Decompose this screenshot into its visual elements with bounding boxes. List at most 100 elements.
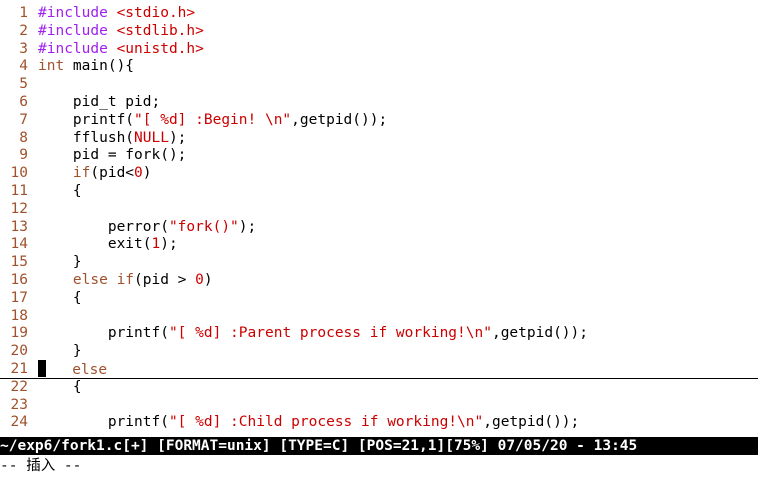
token: printf( — [38, 414, 169, 431]
token-kw: else if — [72, 272, 135, 288]
token-inc: #include — [38, 5, 117, 21]
token-inc: #include — [38, 40, 117, 57]
line-number: 17 — [10, 289, 28, 306]
line-number: 5 — [19, 76, 28, 93]
code-text: { — [38, 182, 82, 200]
line-number: 13 — [10, 218, 28, 235]
code-line[interactable]: 15 } — [0, 253, 758, 271]
code-line[interactable]: 13 perror("fork()"); — [0, 218, 758, 236]
code-line[interactable]: 10 if(pid<0) — [0, 164, 758, 182]
code-text: perror("fork()"); — [38, 218, 256, 236]
token-str: <unistd.h> — [116, 40, 204, 57]
code-text: pid_t pid; — [38, 93, 160, 111]
code-text: printf("[ %d] :Parent process if working… — [38, 324, 588, 342]
code-line[interactable]: 18 — [0, 307, 758, 325]
line-number: 9 — [19, 147, 28, 164]
token: ); — [168, 129, 187, 146]
code-line[interactable]: 16 else if(pid > 0) — [0, 271, 758, 289]
token: ,getpid()); — [291, 111, 388, 128]
code-text: int main(){ — [38, 57, 134, 75]
code-line[interactable]: 9 pid = fork(); — [0, 146, 758, 164]
token-str: "fork()" — [168, 218, 239, 235]
code-line[interactable]: 1 #include <stdio.h> — [0, 4, 758, 22]
token: } — [38, 254, 82, 271]
code-text: else — [38, 360, 107, 379]
line-number: 21 — [10, 361, 28, 377]
code-line[interactable]: 22 { — [0, 378, 758, 396]
token-kw: if — [72, 165, 91, 182]
code-text: #include <stdio.h> — [38, 4, 195, 22]
line-number: 2 — [19, 22, 28, 39]
code-line[interactable]: 12 — [0, 200, 758, 218]
command-line[interactable]: -- 插入 -- — [0, 456, 758, 476]
token: } — [38, 343, 82, 360]
token-kw: else — [72, 362, 108, 378]
token-num: 0 — [134, 165, 143, 182]
code-text: { — [38, 289, 82, 307]
code-line[interactable]: 7 printf("[ %d] :Begin! \n",getpid()); — [0, 111, 758, 129]
code-line[interactable]: 19 printf("[ %d] :Parent process if work… — [0, 324, 758, 342]
token-num: 0 — [195, 272, 204, 288]
token: ); — [238, 218, 257, 235]
token-str: <stdlib.h> — [116, 22, 204, 39]
line-number: 24 — [10, 414, 28, 431]
token: main(){ — [64, 58, 135, 75]
line-number: 22 — [10, 378, 28, 395]
code-text: fflush(NULL); — [38, 129, 187, 147]
token: printf( — [38, 325, 169, 342]
code-line[interactable]: 20 } — [0, 342, 758, 360]
code-line[interactable]: 2 #include <stdlib.h> — [0, 22, 758, 40]
token: (pid< — [90, 165, 135, 182]
line-number: 8 — [19, 129, 28, 146]
code-editor[interactable]: 1 #include <stdio.h> 2 #include <stdlib.h> 3… — [0, 0, 758, 436]
token-num: NULL — [134, 129, 169, 146]
line-number: 16 — [10, 272, 28, 288]
code-text: exit(1); — [38, 235, 178, 253]
code-line[interactable]: 17 { — [0, 289, 758, 307]
code-line[interactable]: 14 exit(1); — [0, 235, 758, 253]
code-line[interactable]: 8 fflush(NULL); — [0, 129, 758, 147]
line-number: 19 — [10, 325, 28, 342]
token: { — [38, 183, 82, 199]
line-number: 18 — [10, 307, 28, 324]
line-number: 7 — [19, 111, 28, 128]
code-text: { — [38, 378, 82, 396]
text-cursor — [38, 360, 46, 377]
code-text: printf("[ %d] :Child process if working!… — [38, 413, 579, 431]
token: { — [38, 289, 82, 306]
token: printf( — [38, 111, 135, 128]
token: exit( — [38, 236, 152, 253]
line-number: 20 — [10, 343, 28, 360]
token: fflush( — [38, 129, 135, 146]
token: perror( — [38, 218, 169, 235]
line-number: 12 — [10, 200, 28, 217]
code-line[interactable]: 24 printf("[ %d] :Child process if worki… — [0, 413, 758, 431]
code-text: #include <stdlib.h> — [38, 22, 204, 40]
code-line[interactable]: 21 else — [0, 360, 758, 379]
code-line[interactable]: 4 int main(){ — [0, 57, 758, 75]
token-kw: int — [38, 58, 65, 75]
code-text: #include <unistd.h> — [38, 40, 204, 58]
code-text: else if(pid > 0) — [38, 271, 213, 289]
status-line: ~/exp6/fork1.c[+] [FORMAT=unix] [TYPE=C]… — [0, 437, 758, 455]
token: ,getpid()); — [491, 325, 588, 342]
line-number: 10 — [10, 165, 28, 182]
code-line[interactable]: 23 — [0, 396, 758, 414]
token: ) — [142, 165, 152, 182]
token: pid_t pid; — [38, 94, 161, 110]
code-line[interactable]: 6 pid_t pid; — [0, 93, 758, 111]
line-number: 1 — [19, 5, 28, 21]
token: ,getpid()); — [483, 414, 580, 431]
code-text: printf("[ %d] :Begin! \n",getpid()); — [38, 111, 387, 129]
token: (pid > — [134, 272, 196, 288]
line-number: 6 — [19, 94, 28, 110]
token-str: "[ %d] :Parent process if working!\n" — [168, 325, 492, 342]
token-str: <stdio.h> — [116, 5, 196, 21]
code-line[interactable]: 5 — [0, 75, 758, 93]
code-line[interactable]: 11 { — [0, 182, 758, 200]
code-text: } — [38, 342, 82, 360]
code-line[interactable]: 3 #include <unistd.h> — [0, 40, 758, 58]
line-number: 15 — [10, 254, 28, 271]
